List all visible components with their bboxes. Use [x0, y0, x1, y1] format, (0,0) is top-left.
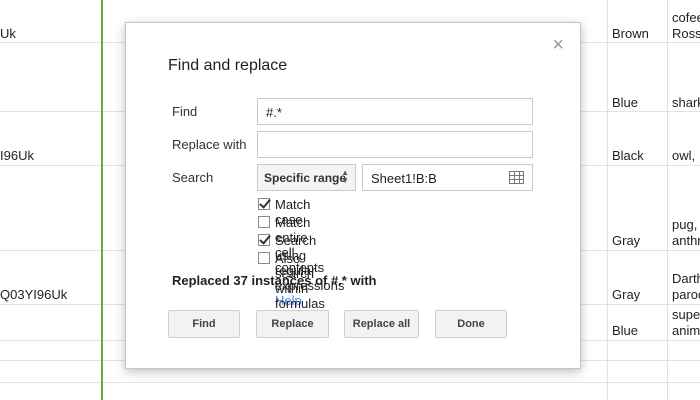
find-label: Find [172, 104, 198, 119]
row-divider [0, 382, 700, 383]
updown-arrow-icon: ▲ ▼ [341, 168, 349, 185]
close-icon[interactable]: × [552, 35, 564, 55]
cell[interactable]: Brown [612, 26, 649, 42]
cell[interactable]: supe anim [672, 307, 700, 339]
replace-input[interactable] [257, 131, 533, 158]
dialog-title: Find and replace [168, 57, 288, 74]
replace-all-button[interactable]: Replace all [344, 310, 419, 338]
search-scope-select[interactable]: Specific range ▲ ▼ [257, 164, 356, 191]
done-button[interactable]: Done [435, 310, 507, 338]
replace-status-message: Replaced 37 instances of #.* with [172, 273, 377, 288]
find-button[interactable]: Find [168, 310, 240, 338]
cell[interactable]: shark [672, 95, 700, 111]
cell[interactable]: Black [612, 148, 644, 164]
cell[interactable]: Uk [0, 26, 16, 42]
cell[interactable]: pug, anthr [672, 217, 700, 249]
replace-label: Replace with [172, 137, 247, 152]
cell[interactable]: cofee Ross [672, 10, 700, 42]
search-formulas-checkbox[interactable] [258, 252, 270, 264]
replace-button[interactable]: Replace [256, 310, 329, 338]
cell[interactable]: Blue [612, 95, 638, 111]
column-divider [607, 0, 608, 400]
range-value: Sheet1!B:B [371, 171, 437, 186]
cell[interactable]: Darth parod [672, 271, 700, 303]
find-input[interactable]: #.* [257, 98, 533, 125]
column-divider [667, 0, 668, 400]
select-range-grid-icon[interactable] [509, 171, 524, 184]
search-scope-value: Specific range [264, 171, 347, 185]
cell[interactable]: owl, [672, 148, 695, 164]
cell[interactable]: Blue [612, 323, 638, 339]
cell[interactable]: Gray [612, 233, 640, 249]
cell[interactable]: I96Uk [0, 148, 34, 164]
find-replace-dialog: × Find and replace Find #.* Replace with… [125, 22, 581, 369]
cell[interactable]: Gray [612, 287, 640, 303]
column-divider-selected [101, 0, 103, 400]
regex-checkbox[interactable] [258, 234, 270, 246]
match-case-checkbox[interactable] [258, 198, 270, 210]
match-entire-cell-checkbox[interactable] [258, 216, 270, 228]
cell[interactable]: Q03YI96Uk [0, 287, 67, 303]
range-input[interactable]: Sheet1!B:B [362, 164, 533, 191]
search-label: Search [172, 170, 214, 185]
